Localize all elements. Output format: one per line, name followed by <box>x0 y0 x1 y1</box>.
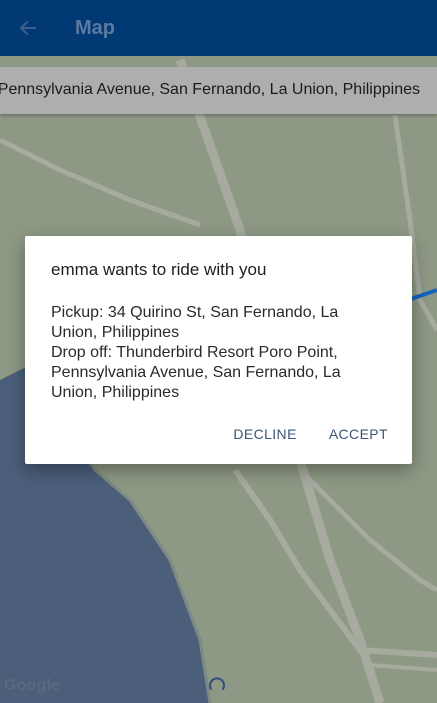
ride-request-dialog: emma wants to ride with you Pickup: 34 Q… <box>25 236 412 464</box>
dialog-message: Pickup: 34 Quirino St, San Fernando, La … <box>51 303 371 403</box>
dialog-title: emma wants to ride with you <box>51 260 267 279</box>
dropoff-text: Drop off: Thunderbird Resort Poro Point,… <box>51 344 341 401</box>
accept-button[interactable]: ACCEPT <box>317 420 400 448</box>
pickup-text: Pickup: 34 Quirino St, San Fernando, La … <box>51 304 339 341</box>
dialog-actions: DECLINE ACCEPT <box>221 420 400 448</box>
decline-button[interactable]: DECLINE <box>221 420 308 448</box>
map-screen: Map Pennsylvania Avenue, San Fernando, L… <box>0 0 437 703</box>
